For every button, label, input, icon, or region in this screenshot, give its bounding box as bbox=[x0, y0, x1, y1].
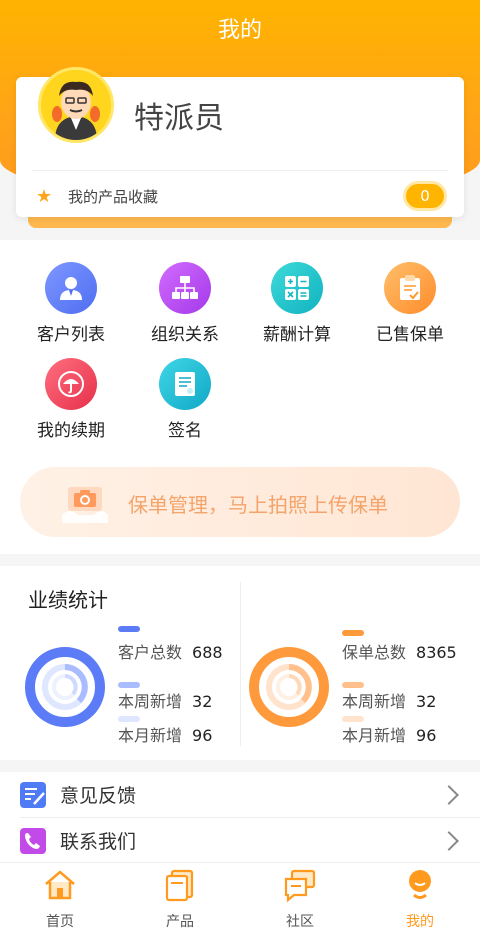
stat-month-new: 本月新增 96 bbox=[342, 726, 437, 745]
umbrella-icon bbox=[45, 358, 97, 410]
grid-label: 已售保单 bbox=[376, 325, 444, 345]
customer-ring-chart bbox=[25, 647, 105, 727]
product-icon bbox=[162, 867, 198, 903]
policy-ring-chart bbox=[249, 647, 329, 727]
grid-label: 签名 bbox=[168, 421, 202, 441]
username: 特派员 bbox=[134, 101, 224, 136]
stat-week-new: 本周新增 32 bbox=[342, 692, 437, 711]
profile-card: 特派员 ★ 我的产品收藏 0 bbox=[16, 67, 464, 217]
grid-item-customer-list[interactable]: 客户列表 bbox=[16, 262, 126, 345]
list-item-contact[interactable]: 联系我们 bbox=[0, 818, 480, 863]
list-item-label: 意见反馈 bbox=[60, 785, 137, 807]
bottom-tab-bar: 首页 产品 社区 我的 bbox=[0, 862, 480, 932]
upload-policy-banner[interactable]: 保单管理，马上拍照上传保单 bbox=[20, 467, 460, 537]
tab-label: 首页 bbox=[46, 914, 74, 930]
stats-title: 业绩统计 bbox=[28, 588, 108, 612]
favorites-count-badge: 0 bbox=[406, 184, 444, 208]
camera-upload-icon bbox=[62, 487, 108, 523]
feature-grid: 客户列表 组织关系 薪酬计算 已售保单 我的续期 签名 保单管理，马上拍照上传保… bbox=[0, 240, 480, 554]
tab-label: 产品 bbox=[166, 914, 194, 930]
tab-community[interactable]: 社区 bbox=[240, 863, 360, 932]
stat-week-new: 本周新增 32 bbox=[118, 692, 213, 711]
chevron-right-icon bbox=[439, 830, 459, 851]
grid-item-org-chart[interactable]: 组织关系 bbox=[130, 262, 240, 345]
phone-icon bbox=[20, 827, 46, 854]
tab-mine[interactable]: 我的 bbox=[360, 863, 480, 932]
page-title: 我的 bbox=[217, 18, 262, 43]
tab-label: 我的 bbox=[406, 914, 434, 930]
performance-stats: 业绩统计 客户总数 688 本周新增 32 本月新增 96 保单总数 8365 本周新增… bbox=[0, 566, 480, 760]
avatar[interactable] bbox=[38, 67, 114, 143]
org-chart-icon bbox=[159, 262, 211, 314]
divider bbox=[240, 582, 241, 746]
settings-list: 意见反馈 联系我们 bbox=[0, 772, 480, 862]
list-item-feedback[interactable]: 意见反馈 bbox=[0, 772, 480, 817]
tab-label: 社区 bbox=[286, 914, 314, 930]
community-icon bbox=[282, 867, 318, 903]
stat-customer-total: 客户总数 688 bbox=[118, 643, 223, 662]
stat-policy-total: 保单总数 8365 bbox=[342, 643, 457, 662]
grid-item-salary-calc[interactable]: 薪酬计算 bbox=[242, 262, 352, 345]
home-icon bbox=[42, 867, 78, 903]
grid-label: 我的续期 bbox=[37, 421, 105, 441]
customer-list-icon bbox=[45, 262, 97, 314]
edit-note-icon bbox=[20, 781, 46, 808]
grid-item-sold-policies[interactable]: 已售保单 bbox=[355, 262, 465, 345]
grid-label: 客户列表 bbox=[37, 325, 105, 345]
legend-swatch bbox=[342, 630, 364, 636]
clipboard-icon bbox=[384, 262, 436, 314]
grid-label: 组织关系 bbox=[151, 325, 219, 345]
grid-item-renewals[interactable]: 我的续期 bbox=[16, 358, 126, 441]
profile-icon bbox=[402, 867, 438, 903]
calculator-icon bbox=[271, 262, 323, 314]
signature-doc-icon bbox=[159, 358, 211, 410]
favorites-label: 我的产品收藏 bbox=[68, 187, 159, 206]
banner-text: 保单管理，马上拍照上传保单 bbox=[128, 493, 388, 517]
list-item-label: 联系我们 bbox=[60, 831, 137, 853]
divider bbox=[32, 170, 448, 171]
legend-swatch bbox=[118, 626, 140, 632]
tab-home[interactable]: 首页 bbox=[0, 863, 120, 932]
grid-item-signature[interactable]: 签名 bbox=[130, 358, 240, 441]
chevron-right-icon bbox=[439, 784, 459, 805]
favorites-row[interactable]: ★ 我的产品收藏 0 bbox=[36, 181, 444, 211]
tab-product[interactable]: 产品 bbox=[120, 863, 240, 932]
avatar-cartoon-icon bbox=[41, 70, 111, 140]
star-icon: ★ bbox=[36, 185, 53, 207]
grid-label: 薪酬计算 bbox=[263, 325, 331, 345]
stat-month-new: 本月新增 96 bbox=[118, 726, 213, 745]
